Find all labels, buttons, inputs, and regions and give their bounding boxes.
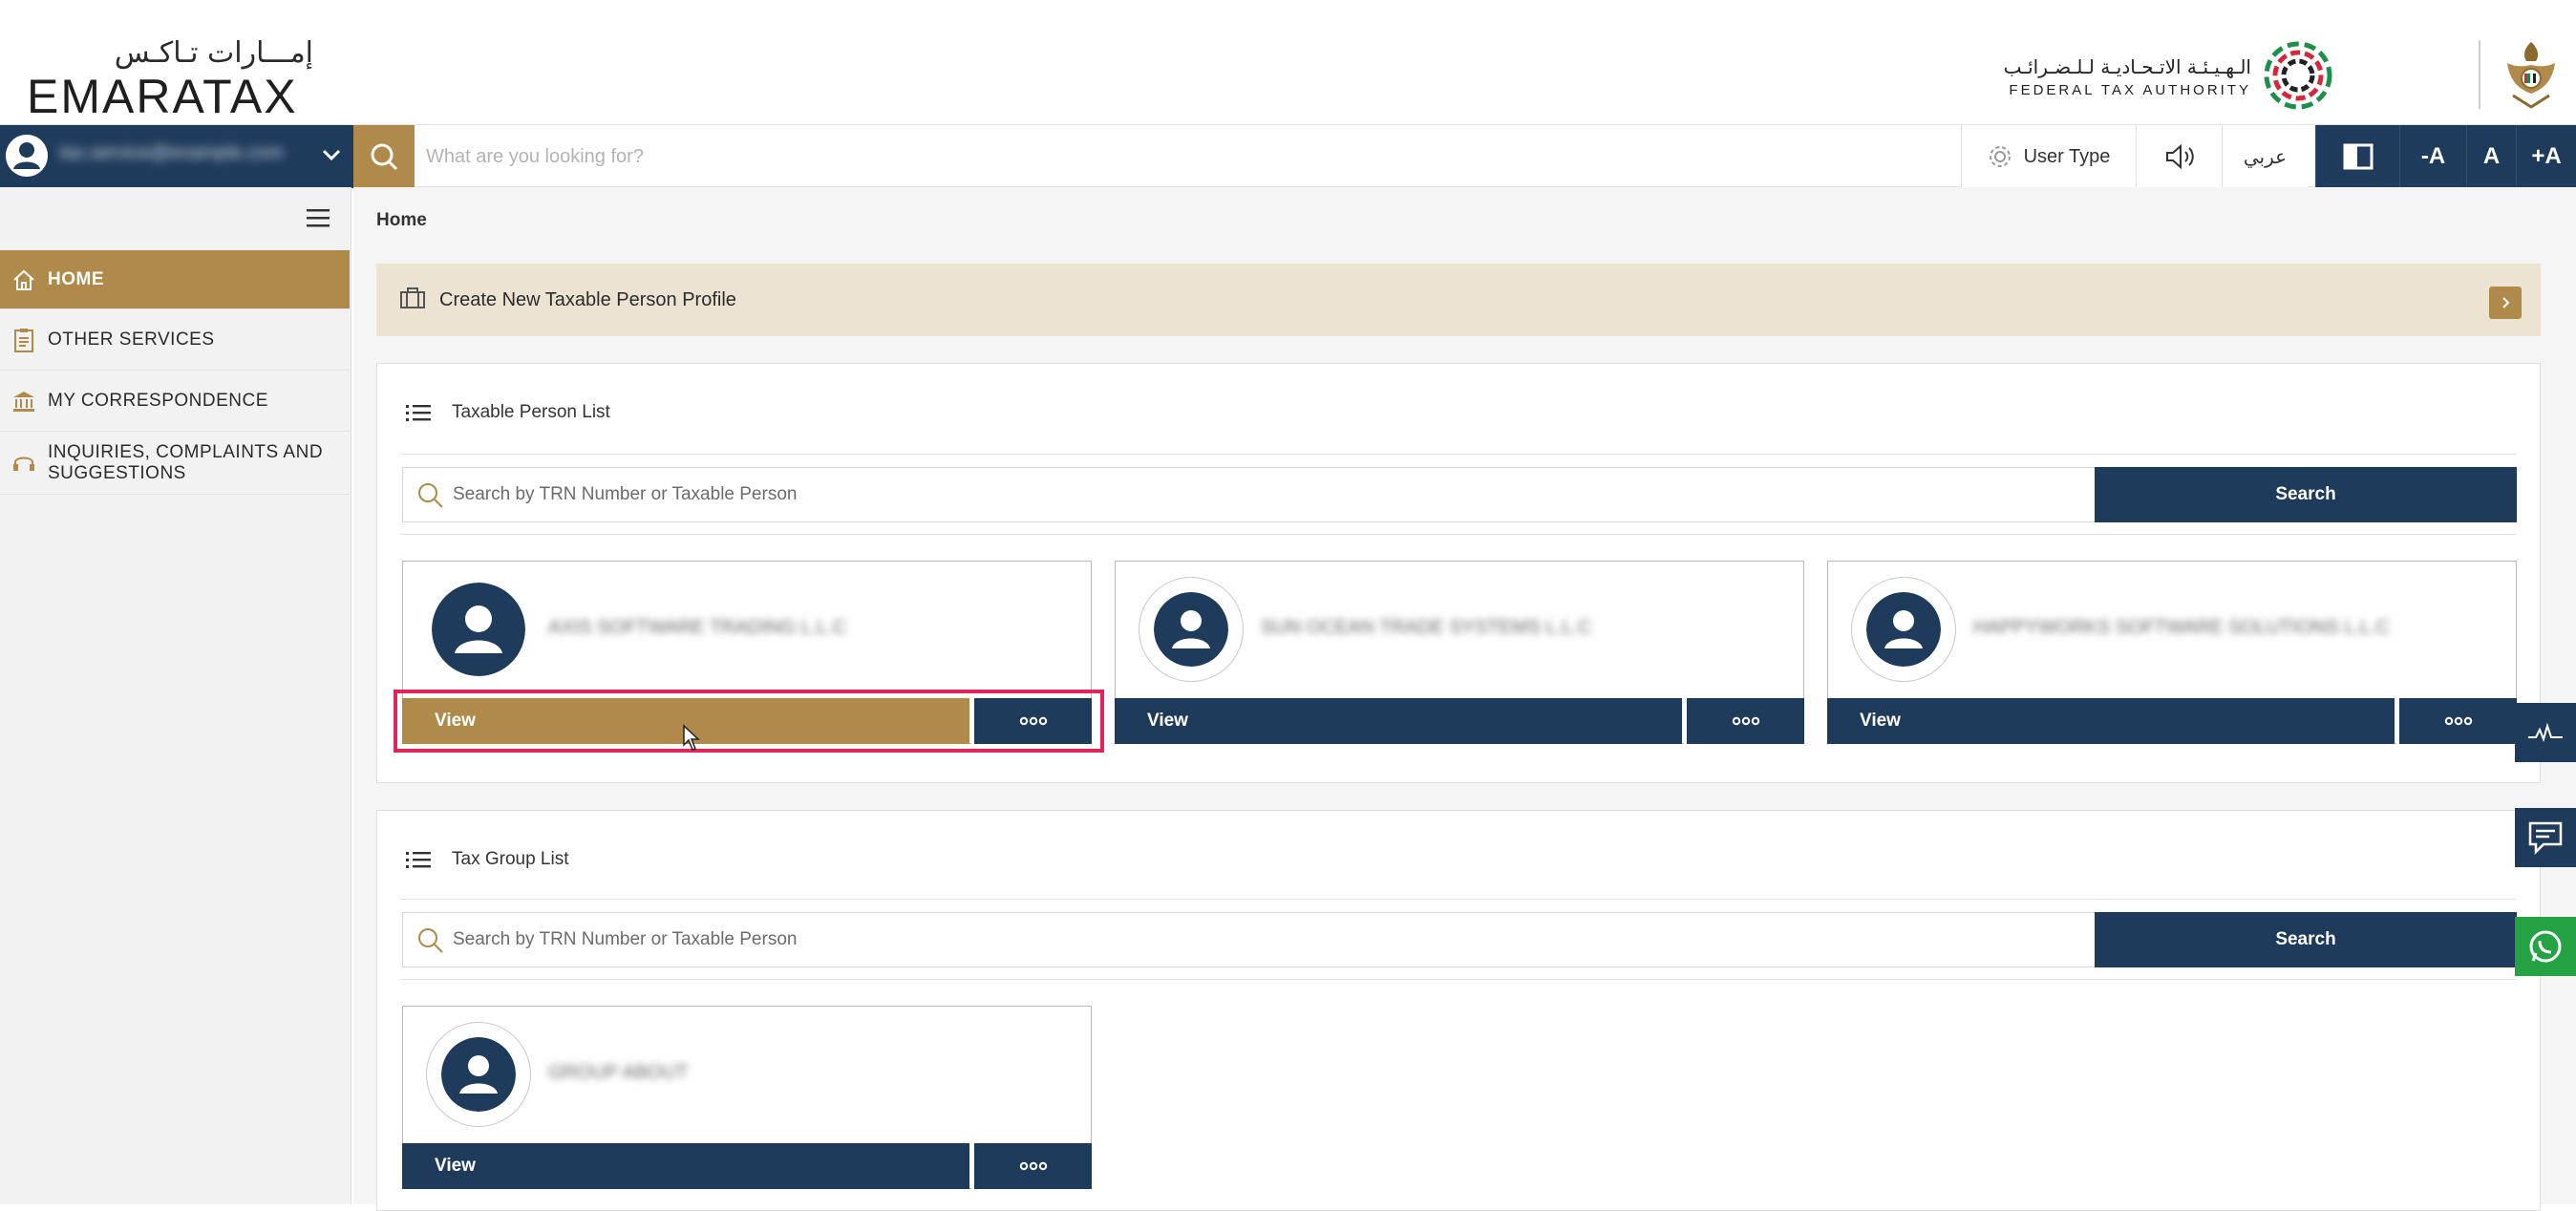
taxable-person-name: AXIS SOFTWARE TRADING L.L.C [548, 617, 847, 638]
user-account-menu[interactable]: tax.service@example.com [0, 125, 353, 188]
mouse-cursor-icon [683, 724, 700, 751]
hamburger-menu-icon[interactable] [304, 206, 332, 229]
global-search-input[interactable] [426, 133, 1954, 181]
tax-group-list-panel: Tax Group List Search GROUP ABOUT View [376, 810, 2541, 1211]
taxable-person-search-input[interactable] [453, 476, 1981, 514]
view-button[interactable]: View [1115, 698, 1682, 744]
panel-title: Taxable Person List [452, 402, 610, 422]
taxable-person-card: AXIS SOFTWARE TRADING L.L.C View [394, 561, 1104, 753]
user-type-label: User Type [2023, 145, 2111, 167]
fta-logo: الـهـيـئـة الاتـحـاديـة لـلـضـرائـب FEDE… [1955, 38, 2395, 115]
sidebar-item-label: HOME [48, 268, 104, 289]
whatsapp-icon [2529, 930, 2562, 963]
chat-button[interactable] [2515, 808, 2576, 867]
ellipsis-icon [1019, 1161, 1047, 1171]
tax-group-card: GROUP ABOUT View [402, 1006, 1092, 1189]
sidebar-item-inquiries[interactable]: INQUIRIES, COMPLAINTS AND SUGGESTIONS [0, 432, 350, 495]
fta-arabic-name: الـهـيـئـة الاتـحـاديـة لـلـضـرائـب [2003, 55, 2251, 78]
tax-group-name: GROUP ABOUT [548, 1062, 689, 1083]
view-button[interactable]: View [1827, 698, 2395, 744]
chevron-down-icon[interactable] [317, 140, 346, 169]
clipboard-icon [0, 327, 48, 353]
tax-group-list-header: Tax Group List [406, 849, 569, 870]
ellipsis-icon [1019, 716, 1047, 726]
create-profile-label: Create New Taxable Person Profile [439, 288, 736, 310]
tax-group-search: Search [402, 912, 2517, 967]
create-taxable-person-banner[interactable]: Create New Taxable Person Profile [376, 264, 2541, 336]
divider [400, 979, 2517, 980]
more-options-button[interactable] [971, 698, 1092, 744]
sidebar-item-other-services[interactable]: OTHER SERVICES [0, 309, 350, 371]
contrast-icon [2343, 143, 2373, 170]
avatar-icon [1139, 577, 1244, 682]
list-icon [406, 852, 431, 868]
sidebar-item-label: MY CORRESPONDENCE [48, 390, 268, 411]
chevron-right-icon[interactable] [2489, 287, 2522, 319]
divider [400, 899, 2517, 900]
divider [400, 454, 2517, 455]
fta-emblem-icon [2264, 41, 2332, 110]
taxable-person-name: SUN OCEAN TRADE SYSTEMS L.L.C [1261, 617, 1592, 638]
taxable-person-card: HAPPYWORKS SOFTWARE SOLUTIONS L.L.C View [1827, 561, 2517, 744]
top-toolbar: tax.service@example.com User Type عربي -… [0, 124, 2576, 188]
speaker-icon [2165, 143, 2194, 170]
site-header: إمـــارات تـاكـس EMARATAX الـهـيـئـة الا… [0, 0, 2576, 124]
sign-language-icon [2528, 722, 2563, 743]
tax-group-search-button[interactable]: Search [2095, 912, 2517, 967]
search-icon [418, 483, 443, 508]
ellipsis-icon [2444, 716, 2472, 726]
main-content: Home Create New Taxable Person Profile T… [353, 187, 2576, 1211]
avatar-icon [426, 1022, 531, 1127]
search-icon [371, 143, 398, 171]
font-decrease-button[interactable]: -A [2399, 125, 2466, 188]
contrast-toggle-button[interactable] [2315, 125, 2399, 188]
avatar-icon [432, 583, 525, 676]
taxable-person-search: Search [402, 467, 2517, 522]
logo-english-text: EMARATAX [27, 70, 298, 123]
ellipsis-icon [1732, 716, 1759, 726]
breadcrumb[interactable]: Home [376, 210, 427, 231]
user-avatar-icon [6, 135, 48, 177]
global-search-button[interactable] [353, 125, 415, 188]
avatar-icon [1851, 577, 1956, 682]
header-divider [2479, 40, 2480, 109]
list-icon [406, 405, 431, 421]
language-toggle[interactable]: عربي [2222, 125, 2308, 188]
taxable-person-card: SUN OCEAN TRADE SYSTEMS L.L.C View [1115, 561, 1804, 744]
search-icon [418, 928, 443, 953]
sidebar-item-home[interactable]: HOME [0, 250, 350, 309]
uae-emblem-icon [2507, 42, 2555, 109]
text-to-speech-button[interactable] [2136, 125, 2222, 188]
view-button[interactable]: View [402, 1143, 969, 1189]
divider [400, 534, 2517, 535]
taxable-person-search-button[interactable]: Search [2095, 467, 2517, 522]
taxable-person-list-panel: Taxable Person List Search AXIS SOFTWARE… [376, 363, 2541, 783]
sidebar-item-my-correspondence[interactable]: MY CORRESPONDENCE [0, 371, 350, 432]
gear-icon [1989, 146, 2011, 167]
more-options-button[interactable] [2396, 698, 2517, 744]
sidebar-item-label: OTHER SERVICES [48, 329, 215, 350]
font-default-button[interactable]: A [2466, 125, 2516, 188]
taxable-person-name: HAPPYWORKS SOFTWARE SOLUTIONS L.L.C [1973, 617, 2390, 638]
fta-english-name: FEDERAL TAX AUTHORITY [2009, 82, 2251, 98]
briefcase-icon [399, 287, 426, 314]
sidebar: HOME OTHER SERVICES MY CORRESPONDENCE IN… [0, 187, 351, 1204]
panel-title: Tax Group List [452, 849, 569, 869]
taxable-person-list-header: Taxable Person List [406, 402, 610, 423]
whatsapp-button[interactable] [2515, 917, 2576, 976]
more-options-button[interactable] [971, 1143, 1092, 1189]
user-type-selector[interactable]: User Type [1961, 125, 2136, 188]
tax-group-search-input[interactable] [453, 921, 1981, 959]
home-icon [0, 267, 48, 292]
font-increase-button[interactable]: +A [2516, 125, 2576, 188]
bank-icon [0, 389, 48, 414]
logo-arabic-text: إمـــارات تـاكـس [114, 36, 313, 70]
headset-icon [0, 451, 48, 476]
sidebar-item-label: INQUIRIES, COMPLAINTS AND SUGGESTIONS [48, 441, 324, 483]
emaratax-logo[interactable]: إمـــارات تـاكـس EMARATAX [27, 36, 313, 123]
sign-language-button[interactable] [2515, 703, 2576, 762]
chat-icon [2528, 821, 2563, 856]
user-email: tax.service@example.com [59, 142, 284, 163]
more-options-button[interactable] [1684, 698, 1804, 744]
